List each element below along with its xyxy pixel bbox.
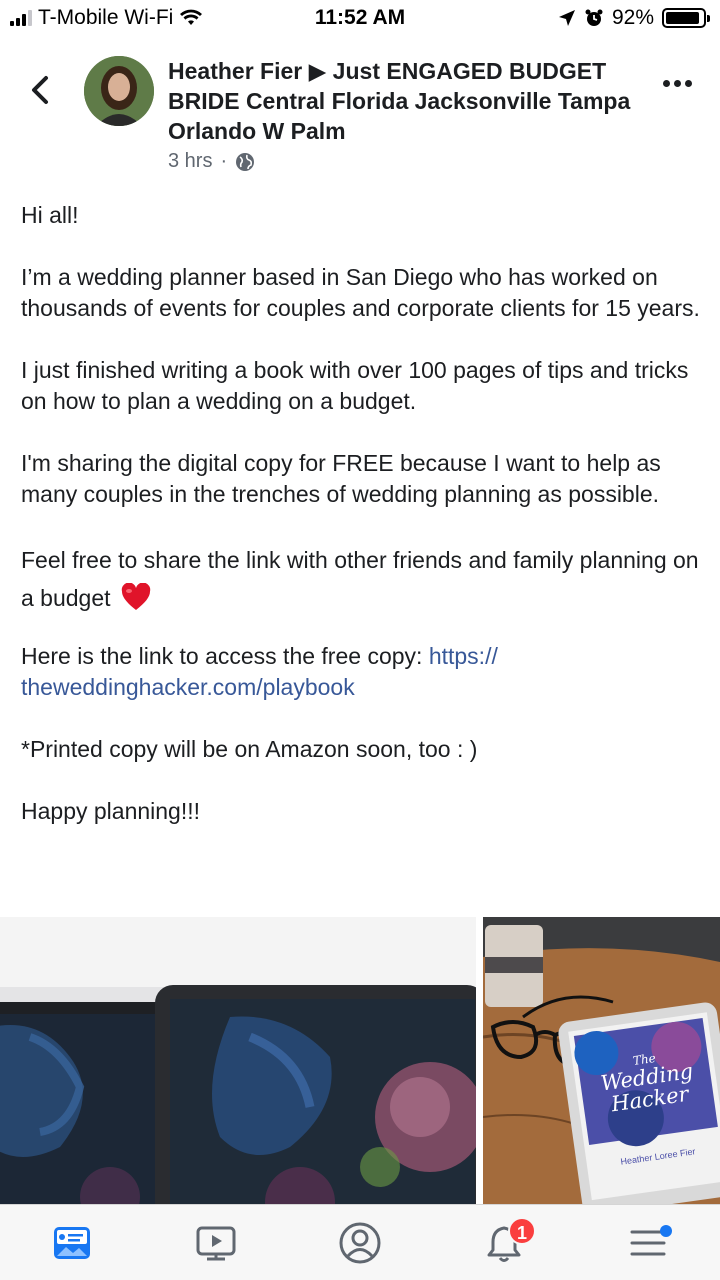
- post-body: Hi all! I’m a wedding planner based in S…: [21, 200, 706, 858]
- tab-watch[interactable]: [176, 1213, 256, 1273]
- more-options-icon[interactable]: [663, 80, 692, 87]
- post-paragraph-with-link: Here is the link to access the free copy…: [21, 641, 706, 703]
- header-text: Heather Fier ▶ Just ENGAGED BUDGET BRIDE…: [168, 56, 648, 173]
- photo-tablets[interactable]: [0, 917, 476, 1204]
- book-cover-text: The Wedding Hacker Heather Loree Fier: [588, 1045, 714, 1170]
- tab-menu[interactable]: [608, 1213, 688, 1273]
- post-paragraph: Happy planning!!!: [21, 798, 201, 824]
- news-feed-icon: [54, 1226, 90, 1259]
- location-arrow-icon: [558, 10, 575, 26]
- photo-ebook[interactable]: The Wedding Hacker Heather Loree Fier: [483, 917, 720, 1204]
- tab-bar: 1: [0, 1204, 720, 1280]
- battery-icon: [662, 8, 710, 28]
- post-paragraph: Hi all!: [21, 202, 79, 228]
- heart-emoji-icon: [121, 583, 151, 610]
- post-meta: 3 hrs ·: [168, 150, 648, 173]
- status-right: 92%: [558, 6, 710, 30]
- battery-percent: 92%: [611, 6, 654, 29]
- notification-badge: 1: [508, 1216, 536, 1245]
- tab-news-feed[interactable]: [32, 1213, 112, 1273]
- post-time[interactable]: 3 hrs: [168, 150, 212, 173]
- back-chevron-icon[interactable]: [22, 70, 62, 110]
- post-paragraph: I just finished writing a book with over…: [21, 357, 689, 414]
- globe-icon: [236, 152, 255, 171]
- post-paragraph: I’m a wedding planner based in San Diego…: [21, 264, 700, 321]
- avatar[interactable]: [84, 56, 154, 126]
- post-photos: The Wedding Hacker Heather Loree Fier: [0, 917, 720, 1204]
- status-bar: T-Mobile Wi-Fi 11:52 AM 92%: [0, 0, 720, 36]
- post-paragraph: *Printed copy will be on Amazon soon, to…: [21, 736, 478, 762]
- alarm-icon: [585, 9, 603, 26]
- post-paragraph: I'm sharing the digital copy for FREE be…: [21, 450, 661, 507]
- post-header: Heather Fier ▶ Just ENGAGED BUDGET BRIDE…: [0, 52, 720, 182]
- post-paragraph-with-emoji: Feel free to share the link with other f…: [21, 541, 706, 617]
- post-title[interactable]: Heather Fier ▶ Just ENGAGED BUDGET BRIDE…: [168, 56, 648, 146]
- tab-profile[interactable]: [320, 1213, 400, 1273]
- post-paragraph-text: Here is the link to access the free copy…: [21, 643, 429, 669]
- tab-notifications[interactable]: 1: [464, 1213, 544, 1273]
- meta-separator: ·: [220, 150, 228, 172]
- watch-video-icon: [196, 1226, 236, 1260]
- profile-icon: [339, 1222, 381, 1263]
- menu-update-dot: [660, 1224, 672, 1237]
